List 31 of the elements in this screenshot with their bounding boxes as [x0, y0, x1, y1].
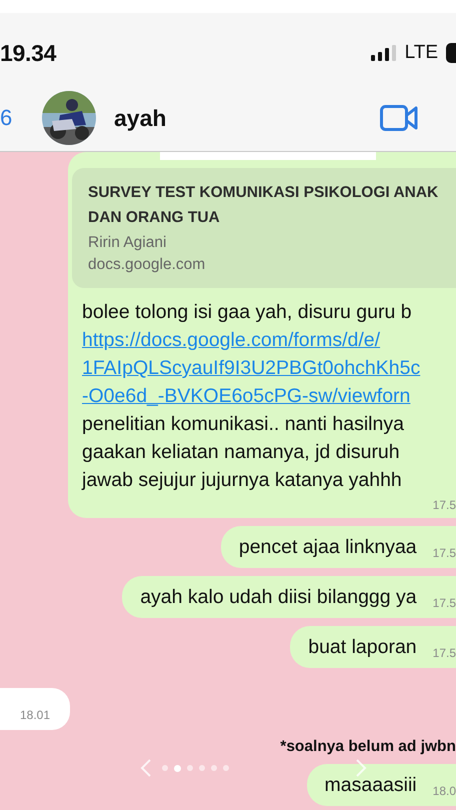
- message-time: 18.01: [20, 708, 50, 722]
- preview-domain: docs.google.com: [88, 256, 206, 274]
- preview-author: Ririn Agiani: [88, 234, 168, 252]
- page-dot[interactable]: [162, 765, 168, 771]
- chevron-right-icon[interactable]: [355, 758, 367, 778]
- network-label: LTE: [404, 42, 438, 64]
- page-dot[interactable]: [187, 765, 193, 771]
- message-time: 18.0: [432, 784, 456, 798]
- page-dot[interactable]: [174, 764, 181, 772]
- page-dot[interactable]: [223, 765, 229, 771]
- chevron-left-icon[interactable]: [140, 758, 152, 778]
- caption-text: *soalnya belum ad jwbn: [280, 738, 456, 756]
- message-text: masaaasiii: [324, 774, 417, 796]
- signal-icon: [370, 45, 397, 61]
- contact-name[interactable]: ayah: [114, 104, 380, 132]
- message-text: ayah kalo udah diisi bilanggg ya: [140, 586, 417, 608]
- message-text: buat laporan: [308, 636, 417, 658]
- message-time: 17.5: [432, 646, 456, 660]
- page-dot[interactable]: [211, 765, 217, 771]
- message-text: bolee tolong isi gaa yah, disuru guru b https://docs.google.com/forms/d/e/ 1FAIpQLScyauIf9I3U2PBGt0ohchKh5c -O0e6d_-BVKOE6o5cPG-sw/viewforn penelitian komunikasi.. nanti hasilnya gaakan keliatan namanya, jd disuruh jawab sejujur jujurnya katanya yahhh: [82, 298, 456, 494]
- page-dot[interactable]: [199, 765, 205, 771]
- preview-title: SURVEY TEST KOMUNIKASI PSIKOLOGI ANAK DAN ORANG TUA: [88, 183, 440, 228]
- video-call-icon[interactable]: [380, 105, 418, 131]
- battery-icon: [446, 43, 456, 63]
- message-time: 17.5: [432, 596, 456, 610]
- message-text: pencet ajaa linknyaa: [238, 536, 417, 558]
- link-preview[interactable]: SURVEY TEST KOMUNIKASI PSIKOLOGI ANAK DAN ORANG TUA Ririn Agiani docs.google.com: [72, 168, 456, 288]
- message-time: 17.5: [432, 498, 456, 512]
- back-count[interactable]: 6: [0, 105, 42, 131]
- message-time: 17.5: [432, 546, 456, 560]
- status-time: 19.34: [0, 40, 56, 66]
